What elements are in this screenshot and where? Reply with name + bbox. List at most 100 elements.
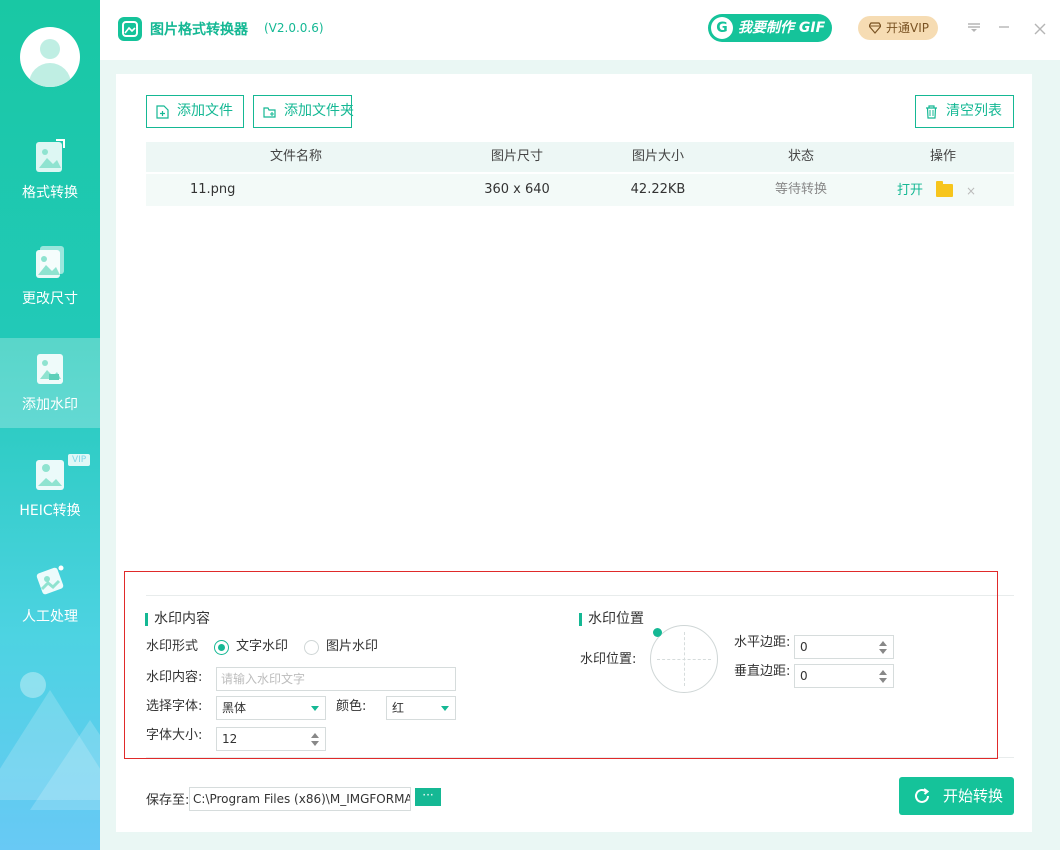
user-avatar[interactable]: [20, 27, 80, 87]
watermark-content-label: 水印内容:: [146, 670, 203, 685]
clear-list-label: 清空列表: [946, 103, 1002, 119]
watermark-form-label: 水印形式: [146, 639, 199, 654]
sidebar: 格式转换 更改尺寸 添加水印 VIP HEIC转换 人工处理: [0, 0, 100, 850]
color-label: 颜色:: [336, 699, 367, 714]
text-watermark-label[interactable]: 文字水印: [236, 638, 288, 656]
position-label: 水印位置:: [580, 652, 637, 667]
v-margin-value: 0: [800, 669, 808, 683]
remove-row-icon[interactable]: ×: [966, 174, 976, 208]
add-folder-icon: [263, 107, 276, 118]
open-file-link[interactable]: 打开: [897, 174, 923, 208]
sidebar-item-manual[interactable]: 人工处理: [0, 550, 100, 640]
app-logo-icon: [118, 17, 142, 41]
divider: [146, 595, 1014, 596]
add-file-button[interactable]: 添加文件: [146, 95, 244, 128]
v-margin-stepper[interactable]: 0: [794, 664, 894, 688]
stepper-down-icon[interactable]: [879, 678, 887, 683]
row-filesize: 42.22KB: [630, 182, 686, 197]
stepper-up-icon[interactable]: [879, 670, 887, 675]
open-vip-button[interactable]: 开通VIP: [858, 16, 938, 40]
manual-image-icon: [36, 565, 64, 595]
make-gif-button[interactable]: G 我要制作 GIF: [708, 14, 832, 42]
col-header-dimensions: 图片尺寸: [490, 149, 543, 164]
title-bar: 图片格式转换器 (V2.0.0.6) G 我要制作 GIF 开通VIP: [100, 0, 1060, 60]
image-watermark-radio[interactable]: [304, 640, 319, 655]
sidebar-item-label: 添加水印: [22, 397, 78, 413]
sidebar-item-label: 更改尺寸: [22, 291, 78, 307]
h-margin-label: 水平边距:: [734, 635, 791, 650]
image-convert-icon: [36, 139, 65, 172]
stepper-up-icon[interactable]: [879, 641, 887, 646]
h-margin-value: 0: [800, 640, 808, 654]
font-label: 选择字体:: [146, 699, 203, 714]
font-select-value: 黑体: [222, 701, 247, 715]
trash-icon: [926, 105, 937, 119]
divider: [146, 757, 1014, 758]
font-select[interactable]: 黑体: [216, 696, 326, 720]
start-convert-button[interactable]: 开始转换: [899, 777, 1014, 815]
sidebar-item-label: 格式转换: [22, 185, 78, 201]
sidebar-item-label: 人工处理: [22, 609, 78, 625]
col-header-filename: 文件名称: [269, 149, 322, 164]
menu-dropdown-icon[interactable]: [964, 18, 984, 38]
folder-icon[interactable]: [936, 181, 953, 197]
col-header-filesize: 图片大小: [631, 149, 684, 164]
text-watermark-radio[interactable]: [214, 640, 229, 655]
stepper-up-icon[interactable]: [311, 733, 319, 738]
make-gif-label: 我要制作 GIF: [738, 20, 826, 36]
row-status: 等待转换: [774, 182, 827, 197]
sidebar-item-watermark[interactable]: 添加水印: [0, 338, 100, 428]
image-watermark-icon: [37, 354, 63, 384]
sidebar-item-heic[interactable]: VIP HEIC转换: [0, 444, 100, 534]
sidebar-item-resize[interactable]: 更改尺寸: [0, 232, 100, 322]
avatar-body: [29, 63, 71, 87]
font-size-stepper[interactable]: 12: [216, 727, 326, 751]
sidebar-item-label: HEIC转换: [19, 503, 81, 519]
watermark-content-title: 水印内容: [145, 611, 210, 627]
avatar-head: [40, 39, 60, 59]
vip-badge: VIP: [68, 454, 91, 466]
minimize-icon[interactable]: [994, 18, 1014, 38]
watermark-text-input[interactable]: [216, 667, 456, 691]
save-path-input[interactable]: [189, 787, 411, 811]
diamond-icon: [869, 22, 881, 34]
add-folder-label: 添加文件夹: [284, 103, 354, 119]
chevron-down-icon: [441, 706, 449, 711]
table-row[interactable]: 11.png 360 x 640 42.22KB 等待转换 打开 ×: [146, 174, 1014, 206]
image-watermark-label[interactable]: 图片水印: [326, 638, 378, 656]
v-margin-label: 垂直边距:: [734, 664, 791, 679]
add-file-label: 添加文件: [177, 103, 233, 119]
row-dimensions: 360 x 640: [484, 182, 550, 197]
sidebar-item-format-convert[interactable]: 格式转换: [0, 126, 100, 216]
add-file-icon: [156, 105, 169, 119]
app-version: (V2.0.0.6): [264, 21, 324, 35]
gif-logo-icon: G: [711, 17, 733, 39]
chevron-down-icon: [311, 706, 319, 711]
col-header-status: 状态: [787, 149, 814, 164]
stepper-down-icon[interactable]: [311, 741, 319, 746]
close-icon[interactable]: [1030, 20, 1050, 40]
open-vip-label: 开通VIP: [886, 21, 929, 35]
file-table-header: 文件名称 图片尺寸 图片大小 状态 操作: [146, 142, 1014, 172]
row-filename: 11.png: [190, 182, 236, 197]
stepper-down-icon[interactable]: [879, 649, 887, 654]
watermark-position-title: 水印位置: [579, 611, 644, 627]
color-select-value: 红: [392, 701, 405, 715]
app-title: 图片格式转换器: [150, 22, 248, 38]
position-handle[interactable]: [653, 628, 662, 637]
apple-image-icon: [36, 460, 64, 490]
add-folder-button[interactable]: 添加文件夹: [253, 95, 354, 128]
save-to-label: 保存至:: [146, 793, 190, 808]
refresh-icon: [915, 788, 930, 803]
font-size-value: 12: [222, 732, 238, 746]
clear-list-button[interactable]: 清空列表: [915, 95, 1014, 128]
col-header-actions: 操作: [929, 149, 956, 164]
image-resize-icon: [36, 246, 64, 278]
h-margin-stepper[interactable]: 0: [794, 635, 894, 659]
start-convert-label: 开始转换: [943, 787, 1004, 805]
browse-button[interactable]: ···: [415, 788, 441, 806]
crosshair-vertical: [684, 632, 685, 686]
decorative-mountain: [30, 720, 100, 810]
font-size-label: 字体大小:: [146, 728, 203, 743]
color-select[interactable]: 红: [386, 696, 456, 720]
